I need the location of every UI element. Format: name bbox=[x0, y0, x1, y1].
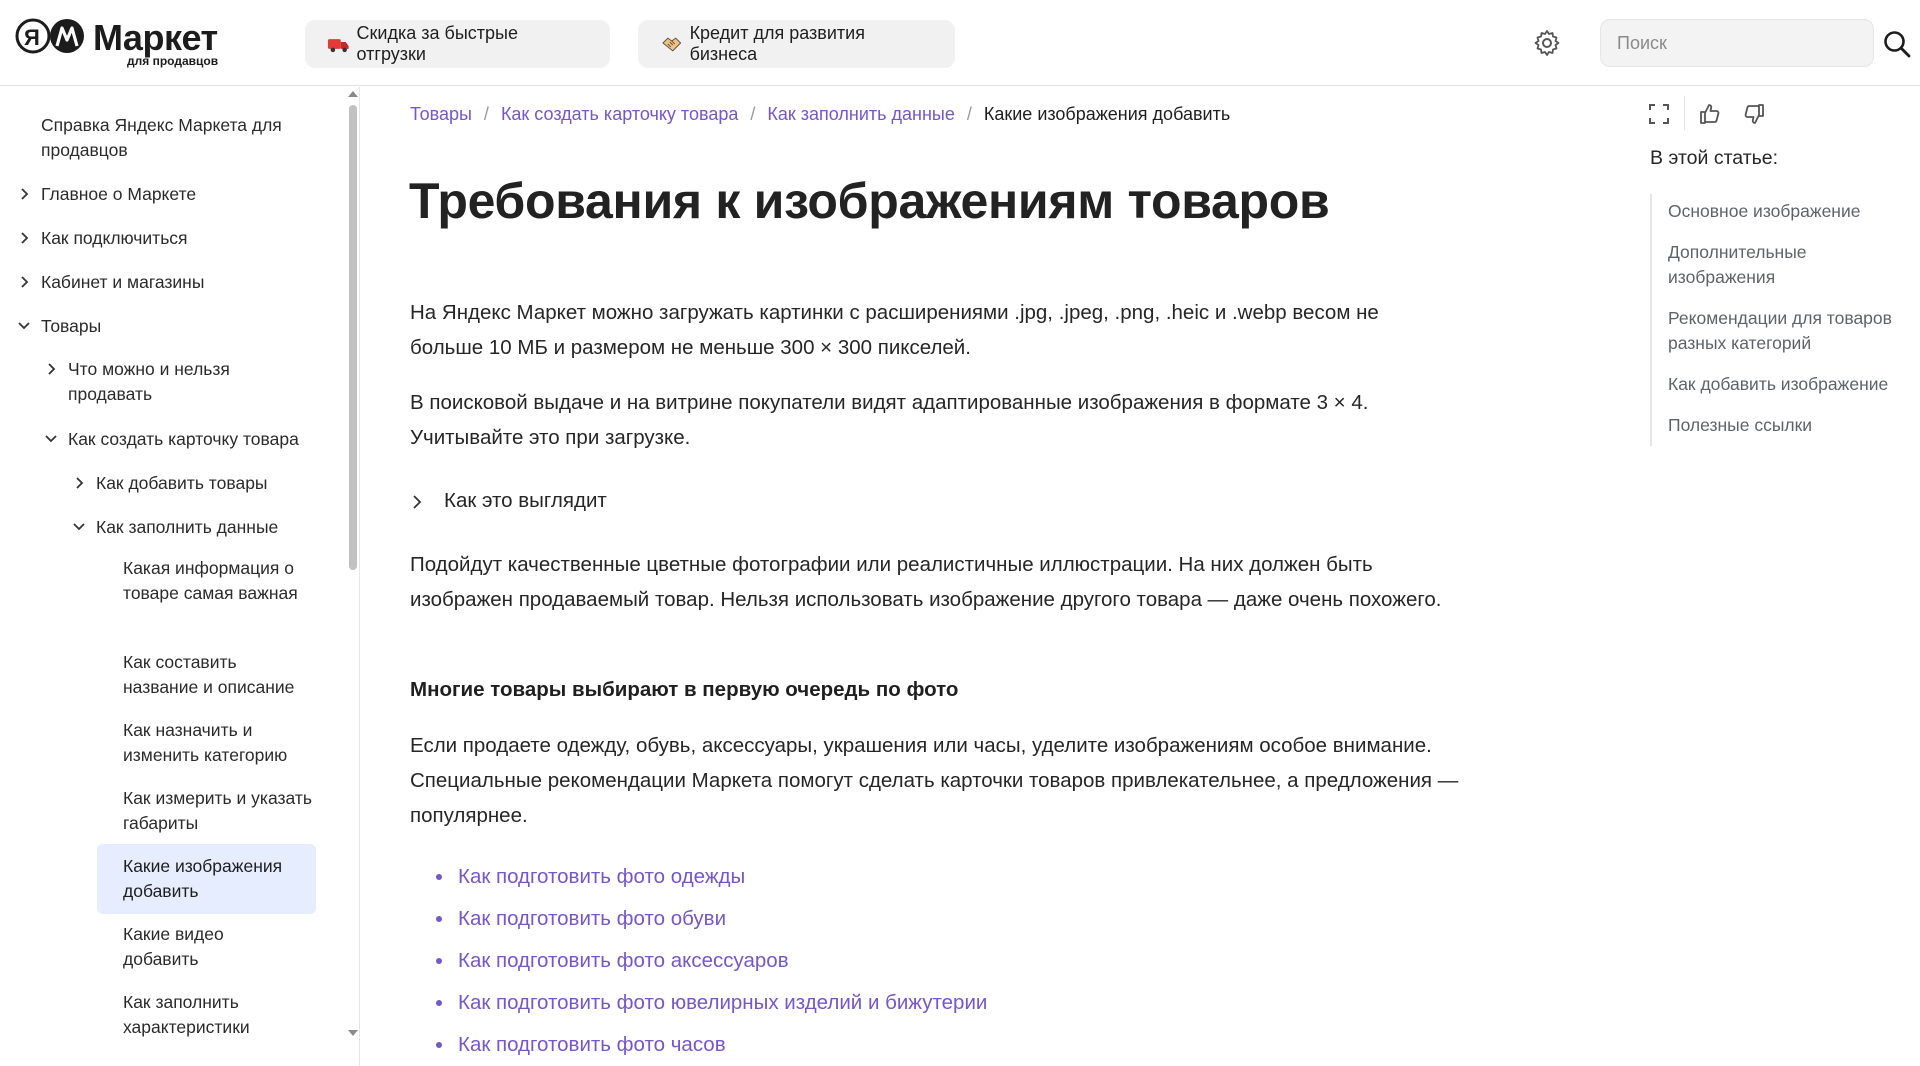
promo-fast-shipping-button[interactable]: Скидка за быстрые отгрузки bbox=[305, 20, 610, 68]
toc-item-category-recommendations[interactable]: Рекомендации для товаров разных категори… bbox=[1668, 306, 1908, 356]
logo-wordmark: Маркет bbox=[93, 17, 218, 58]
expand-how-it-looks[interactable]: Как это выглядит bbox=[410, 486, 607, 516]
sidebar-item-about-market[interactable]: Главное о Маркете bbox=[41, 182, 196, 207]
link-clothes-photo[interactable]: Как подготовить фото одежды bbox=[434, 856, 987, 898]
category-links-list: Как подготовить фото одежды Как подготов… bbox=[434, 856, 987, 1066]
breadcrumb-separator: / bbox=[966, 104, 972, 124]
breadcrumb-link-goods[interactable]: Товары bbox=[410, 102, 472, 126]
section-subheading: Многие товары выбирают в первую очередь … bbox=[410, 678, 959, 701]
chevron-down-icon[interactable] bbox=[17, 319, 31, 333]
promo-business-credit-button[interactable]: Кредит для развития бизнеса bbox=[638, 20, 955, 68]
sidebar-item-create-card[interactable]: Как создать карточку товара bbox=[68, 427, 299, 452]
toc-item-additional-images[interactable]: Дополнительные изображения bbox=[1668, 240, 1838, 290]
chevron-down-icon[interactable] bbox=[72, 520, 86, 534]
breadcrumb-link-fill-data[interactable]: Как заполнить данные bbox=[767, 102, 954, 126]
link-watches-photo[interactable]: Как подготовить фото часов bbox=[434, 1024, 987, 1066]
breadcrumb-separator: / bbox=[750, 104, 756, 124]
sidebar-item-connect[interactable]: Как подключиться bbox=[41, 226, 188, 251]
svg-text:Я: Я bbox=[24, 25, 40, 50]
gear-icon[interactable] bbox=[1533, 29, 1561, 57]
fullscreen-icon[interactable] bbox=[1647, 102, 1671, 126]
chevron-right-icon bbox=[413, 494, 422, 509]
search-icon[interactable] bbox=[1882, 29, 1912, 59]
sidebar-item-videos[interactable]: Какие видео добавить bbox=[123, 922, 253, 972]
toc-item-add-image[interactable]: Как добавить изображение bbox=[1668, 372, 1908, 397]
breadcrumb: Товары / Как создать карточку товара / К… bbox=[410, 102, 1230, 126]
chevron-down-icon[interactable] bbox=[44, 432, 58, 446]
link-shoes-photo[interactable]: Как подготовить фото обуви bbox=[434, 898, 987, 940]
page-title: Требования к изображениям товаров bbox=[409, 173, 1330, 229]
link-accessories-photo[interactable]: Как подготовить фото аксессуаров bbox=[434, 940, 987, 982]
sidebar-item-dimensions[interactable]: Как измерить и указать габариты bbox=[123, 786, 313, 836]
top-header: Я Маркет для продавцов Скидка за быстрые… bbox=[0, 0, 1920, 86]
truck-icon bbox=[327, 39, 349, 53]
breadcrumb-link-create-card[interactable]: Как создать карточку товара bbox=[501, 102, 738, 126]
promo-business-credit-label: Кредит для развития бизнеса bbox=[689, 23, 865, 64]
handshake-icon bbox=[662, 37, 682, 52]
market-logo[interactable]: Я Маркет для продавцов bbox=[15, 18, 255, 70]
paragraph-quality: Подойдут качественные цветные фотографии… bbox=[410, 553, 1442, 611]
chevron-right-icon[interactable] bbox=[18, 275, 32, 289]
promo-fast-shipping-label: Скидка за быстрые отгрузки bbox=[356, 23, 518, 64]
sidebar-scrollbar-thumb[interactable] bbox=[349, 105, 357, 570]
toc-rail bbox=[1650, 194, 1652, 446]
thumbs-down-icon[interactable] bbox=[1742, 102, 1766, 126]
sidebar-item-cabinet[interactable]: Кабинет и магазины bbox=[41, 270, 204, 295]
toc-title: В этой статье: bbox=[1650, 147, 1779, 169]
yandex-market-logo-icon: Я bbox=[15, 18, 84, 54]
sidebar-item-goods[interactable]: Товары bbox=[41, 314, 101, 339]
paragraph-categories: Если продаете одежду, обувь, аксессуары,… bbox=[410, 734, 1459, 827]
expand-label: Как это выглядит bbox=[444, 489, 607, 512]
sidebar-item-add-goods[interactable]: Как добавить товары bbox=[96, 471, 268, 496]
sidebar-item-name-description[interactable]: Как составить название и описание bbox=[123, 650, 313, 700]
sidebar-item-fill-data[interactable]: Как заполнить данные bbox=[96, 515, 278, 540]
scroll-down-arrow[interactable] bbox=[348, 1030, 358, 1036]
sidebar-item-allowed-goods[interactable]: Что можно и нельзя продавать bbox=[68, 357, 278, 407]
chevron-right-icon[interactable] bbox=[45, 362, 59, 376]
paragraph-formats: На Яндекс Маркет можно загружать картинк… bbox=[410, 301, 1379, 359]
sidebar-item-help-home[interactable]: Справка Яндекс Маркета для продавцов bbox=[41, 113, 311, 163]
toolbar-divider bbox=[1684, 96, 1685, 130]
chevron-right-icon[interactable] bbox=[73, 476, 87, 490]
sidebar-item-important-info[interactable]: Какая информация о товаре самая важная bbox=[123, 556, 313, 606]
toc-item-main-image[interactable]: Основное изображение bbox=[1668, 199, 1908, 224]
paragraph-aspect-ratio: В поисковой выдаче и на витрине покупате… bbox=[410, 391, 1369, 449]
scroll-up-arrow[interactable] bbox=[348, 91, 358, 97]
chevron-right-icon[interactable] bbox=[18, 187, 32, 201]
link-jewelry-photo[interactable]: Как подготовить фото ювелирных изделий и… bbox=[434, 982, 987, 1024]
sidebar-nav: Справка Яндекс Маркета для продавцов Гла… bbox=[0, 87, 360, 1066]
sidebar-item-category[interactable]: Как назначить и изменить категорию bbox=[123, 718, 313, 768]
toc-item-useful-links[interactable]: Полезные ссылки bbox=[1668, 413, 1908, 438]
logo-subtitle: для продавцов bbox=[127, 54, 219, 68]
chevron-right-icon[interactable] bbox=[18, 231, 32, 245]
sidebar-item-characteristics[interactable]: Как заполнить характеристики bbox=[123, 990, 313, 1040]
breadcrumb-separator: / bbox=[483, 104, 489, 124]
thumbs-up-icon[interactable] bbox=[1698, 102, 1722, 126]
sidebar-item-images-active[interactable]: Какие изображения добавить bbox=[123, 854, 313, 904]
search-input[interactable] bbox=[1600, 19, 1874, 67]
breadcrumb-current: Какие изображения добавить bbox=[983, 104, 1231, 124]
